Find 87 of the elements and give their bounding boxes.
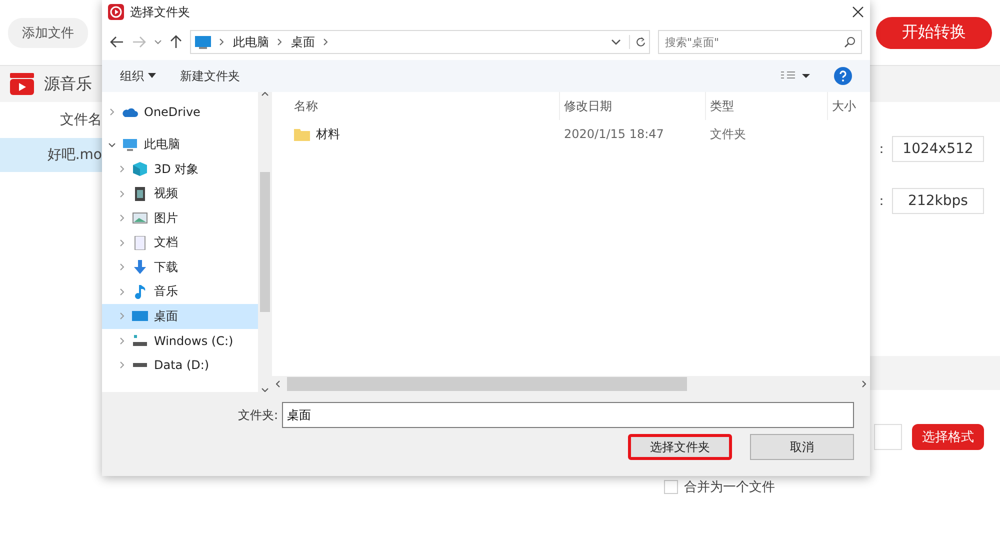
add-file-button[interactable]: 添加文件 [8, 18, 88, 48]
expand-icon[interactable] [108, 108, 116, 116]
computer-icon [122, 138, 138, 152]
music-note-icon [132, 284, 148, 299]
setting-label: ： [875, 193, 888, 210]
chevron-icon[interactable] [219, 38, 225, 46]
file-type: 文件夹 [710, 126, 747, 142]
nav-item[interactable]: 下载 [102, 255, 258, 280]
nav-item[interactable]: 文档 [102, 230, 258, 255]
breadcrumb-item[interactable]: 此电脑 [233, 34, 269, 50]
back-arrow-icon[interactable] [110, 36, 124, 48]
expand-icon[interactable] [118, 336, 126, 345]
address-bar[interactable]: 此电脑 桌面 [190, 30, 650, 54]
picture-icon [132, 211, 148, 226]
file-list-row[interactable]: 材料 2020/1/15 18:47 文件夹 [272, 120, 870, 148]
scroll-left-icon[interactable] [276, 380, 281, 388]
computer-icon [195, 36, 211, 48]
scroll-up-icon[interactable] [261, 92, 269, 97]
desktop-icon [132, 309, 148, 324]
drive-icon [132, 334, 148, 348]
column-header[interactable]: 修改日期 [560, 92, 706, 120]
modified-date: 2020/1/15 18:47 [564, 127, 665, 141]
expand-icon[interactable] [118, 214, 126, 222]
dialog-title: 选择文件夹 [130, 4, 191, 20]
folder-field[interactable]: 桌面 [282, 402, 854, 428]
column-header: 文件名 [60, 111, 102, 130]
column-header[interactable]: 大小 [828, 92, 868, 120]
view-options-icon[interactable] [780, 71, 810, 81]
folder-label: 文件夹: [238, 406, 278, 424]
dropdown-icon[interactable] [154, 38, 162, 46]
setting-field[interactable]: 212kbps [892, 188, 984, 214]
choose-format-button[interactable]: 选择格式 [912, 424, 984, 450]
scroll-down-icon[interactable] [261, 387, 269, 392]
dropdown-icon[interactable] [611, 38, 621, 46]
cancel-button[interactable]: 取消 [750, 434, 854, 460]
checkbox-label: 合并为一个文件 [684, 479, 775, 496]
checkbox[interactable] [664, 480, 678, 494]
close-icon[interactable] [852, 6, 864, 18]
collapse-icon[interactable] [108, 140, 116, 149]
nav-item[interactable]: 3D 对象 [102, 157, 258, 182]
setting-field[interactable]: 1024x512 [892, 136, 984, 162]
drive-icon [132, 363, 148, 368]
start-convert-button[interactable]: 开始转换 [876, 16, 992, 48]
forward-arrow-icon[interactable] [132, 36, 146, 48]
app-logo-icon [108, 4, 124, 20]
expand-icon[interactable] [118, 361, 126, 370]
organize-menu[interactable]: 组织 [120, 68, 156, 84]
file-row[interactable]: 好吧.mo [0, 138, 102, 172]
setting-label: ： [875, 141, 888, 158]
expand-icon[interactable] [118, 288, 126, 296]
nav-item[interactable]: 此电脑 [102, 132, 258, 157]
caret-icon [148, 73, 156, 79]
scrollbar[interactable] [272, 376, 870, 392]
column-header[interactable]: 名称 [290, 92, 560, 120]
nav-item[interactable]: 视频 [102, 182, 258, 206]
select-folder-button[interactable]: 选择文件夹 [628, 434, 732, 460]
section-title: 源音乐 [44, 74, 92, 94]
column-header[interactable]: 类型 [706, 92, 828, 120]
scroll-right-icon[interactable] [861, 380, 866, 388]
scrollbar[interactable] [258, 92, 272, 392]
cube-icon [132, 162, 148, 176]
document-icon [132, 236, 148, 250]
expand-icon[interactable] [118, 238, 126, 247]
nav-item[interactable]: Windows (C:) [102, 328, 258, 353]
expand-icon[interactable] [118, 312, 126, 320]
new-folder-button[interactable]: 新建文件夹 [180, 68, 240, 84]
chevron-icon[interactable] [323, 38, 329, 46]
search-field[interactable]: 搜索"桌面" [658, 30, 862, 54]
up-arrow-icon[interactable] [170, 35, 182, 49]
expand-icon[interactable] [118, 165, 126, 174]
file-name: 材料 [316, 126, 340, 142]
nav-item[interactable]: 图片 [102, 206, 258, 230]
download-icon [132, 260, 148, 274]
help-icon[interactable] [834, 67, 852, 85]
input-field[interactable] [874, 424, 902, 450]
breadcrumb-item[interactable]: 桌面 [291, 34, 315, 50]
nav-item[interactable]: OneDrive [102, 100, 258, 124]
film-icon [132, 186, 148, 201]
nav-item[interactable]: Data (D:) [102, 353, 258, 378]
search-icon [844, 36, 856, 48]
clapperboard-icon [10, 73, 34, 95]
expand-icon[interactable] [118, 263, 126, 272]
chevron-icon[interactable] [277, 38, 283, 46]
expand-icon[interactable] [118, 190, 126, 198]
folder-icon [294, 127, 310, 141]
nav-item[interactable]: 音乐 [102, 280, 258, 304]
nav-item[interactable]: 桌面 [102, 304, 258, 328]
